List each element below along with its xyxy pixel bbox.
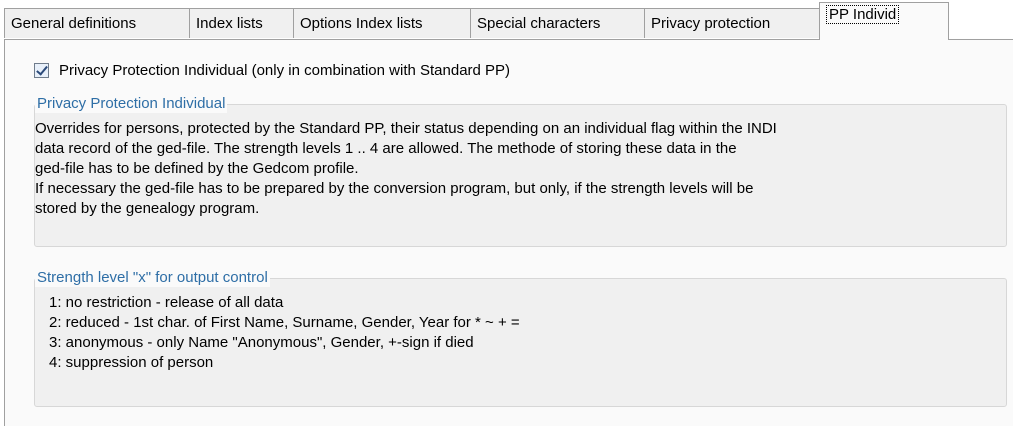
description-line: data record of the ged-file. The strengt…	[35, 140, 737, 157]
description-line: Overrides for persons, protected by the …	[35, 120, 777, 137]
privacy-individual-groupbox: Privacy Protection Individual Overrides …	[34, 95, 1007, 247]
tab-strip: General definitions Index lists Options …	[0, 0, 1021, 41]
strength-level-group-title: Strength level "x" for output control	[35, 269, 270, 287]
description-line: If necessary the ged-file has to be prep…	[35, 180, 754, 197]
strength-level-item: 2: reduced - 1st char. of First Name, Su…	[49, 314, 520, 331]
tab-index-lists[interactable]: Index lists	[189, 8, 294, 38]
strength-level-groupbox: Strength level "x" for output control 1:…	[34, 269, 1007, 407]
tab-special-characters[interactable]: Special characters	[470, 8, 645, 38]
strength-level-list: 1: no restriction - release of all data …	[49, 293, 520, 373]
privacy-individual-checkbox-label: Privacy Protection Individual (only in c…	[59, 61, 511, 79]
privacy-individual-group-title: Privacy Protection Individual	[35, 95, 228, 113]
description-line: ged-file has to be defined by the Gedcom…	[35, 160, 359, 177]
description-line: stored by the genealogy program.	[35, 200, 260, 217]
tab-pp-individ[interactable]: PP Individ	[819, 2, 949, 40]
privacy-individual-checkbox-row[interactable]: Privacy Protection Individual (only in c…	[34, 60, 510, 80]
strength-level-item: 1: no restriction - release of all data	[49, 294, 284, 311]
tab-options-index-lists[interactable]: Options Index lists	[293, 8, 471, 38]
strength-level-item: 3: anonymous - only Name "Anonymous", Ge…	[49, 334, 474, 351]
privacy-individual-description: Overrides for persons, protected by the …	[35, 119, 995, 219]
tab-general-definitions[interactable]: General definitions	[4, 8, 190, 38]
privacy-individual-checkbox[interactable]	[34, 62, 49, 78]
tab-pp-individ-label: PP Individ	[826, 5, 900, 24]
tab-privacy-protection[interactable]: Privacy protection	[644, 8, 820, 38]
strength-level-item: 4: suppression of person	[49, 354, 214, 371]
